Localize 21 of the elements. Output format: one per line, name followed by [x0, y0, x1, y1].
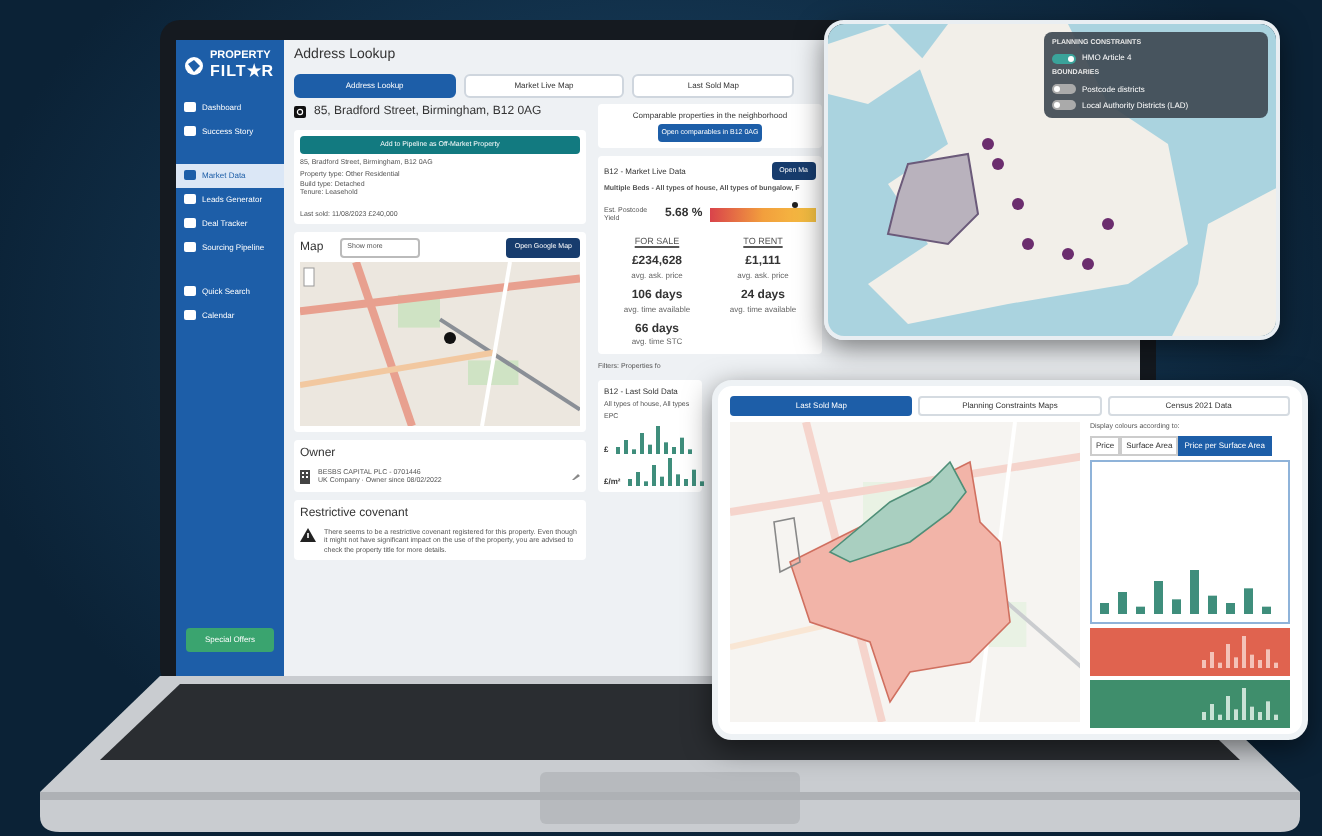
building-icon — [300, 469, 310, 484]
page-icon — [184, 286, 196, 296]
toggle-switch[interactable] — [1052, 100, 1076, 110]
page-icon — [184, 102, 196, 112]
bar-chart-drawing — [616, 425, 697, 454]
bar-chart-drawing — [1202, 687, 1282, 720]
toggle-switch[interactable] — [1052, 53, 1076, 64]
page-icon — [184, 218, 196, 228]
bar-chart-drawing — [628, 457, 709, 486]
page-icon — [184, 310, 196, 320]
globe-icon — [184, 55, 204, 76]
search-icon — [294, 106, 306, 118]
page-icon — [184, 194, 196, 204]
toggle-switch[interactable] — [1052, 84, 1076, 94]
page-icon — [184, 126, 196, 136]
warning-icon — [300, 527, 316, 542]
edit-icon — [572, 472, 580, 481]
bar-chart-drawing — [1202, 635, 1282, 668]
page-icon — [184, 242, 196, 252]
logo-text: FILT★R — [210, 63, 275, 79]
page-icon — [184, 170, 196, 180]
